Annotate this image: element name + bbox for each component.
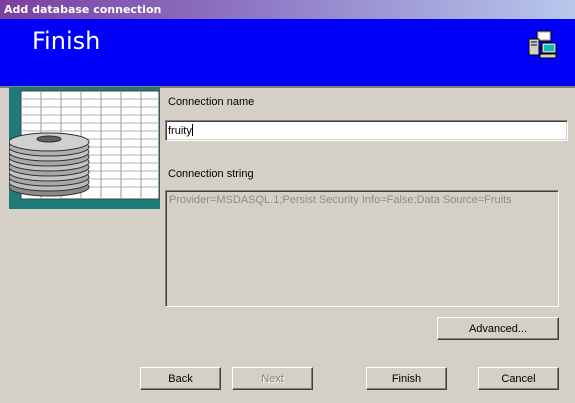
back-button[interactable]: Back <box>140 367 221 390</box>
connection-string-value: Provider=MSDASQL.1;Persist Security Info… <box>169 194 512 206</box>
connection-name-input[interactable]: fruity <box>165 120 568 141</box>
cancel-button[interactable]: Cancel <box>478 367 559 390</box>
text-caret <box>191 124 193 136</box>
finish-button-label: Finish <box>391 372 422 385</box>
back-button-label: Back <box>168 372 193 385</box>
finish-button[interactable]: Finish <box>366 367 447 390</box>
advanced-button[interactable]: Advanced... <box>437 317 559 340</box>
connection-name-label: Connection name <box>168 96 255 108</box>
window-titlebar[interactable]: Add database connection <box>0 0 575 19</box>
database-disks-icon <box>8 87 160 209</box>
connection-string-field[interactable]: Provider=MSDASQL.1;Persist Security Info… <box>165 190 559 307</box>
connection-string-label: Connection string <box>168 168 254 180</box>
cancel-button-label: Cancel <box>501 372 536 385</box>
connection-name-value: fruity <box>168 125 192 137</box>
next-button-label: Next <box>261 372 284 385</box>
next-button[interactable]: Next <box>232 367 313 390</box>
banner-title: Finish <box>32 27 101 55</box>
window-title: Add database connection <box>4 3 162 16</box>
network-computers-icon <box>526 30 558 63</box>
advanced-button-label: Advanced... <box>468 322 528 335</box>
